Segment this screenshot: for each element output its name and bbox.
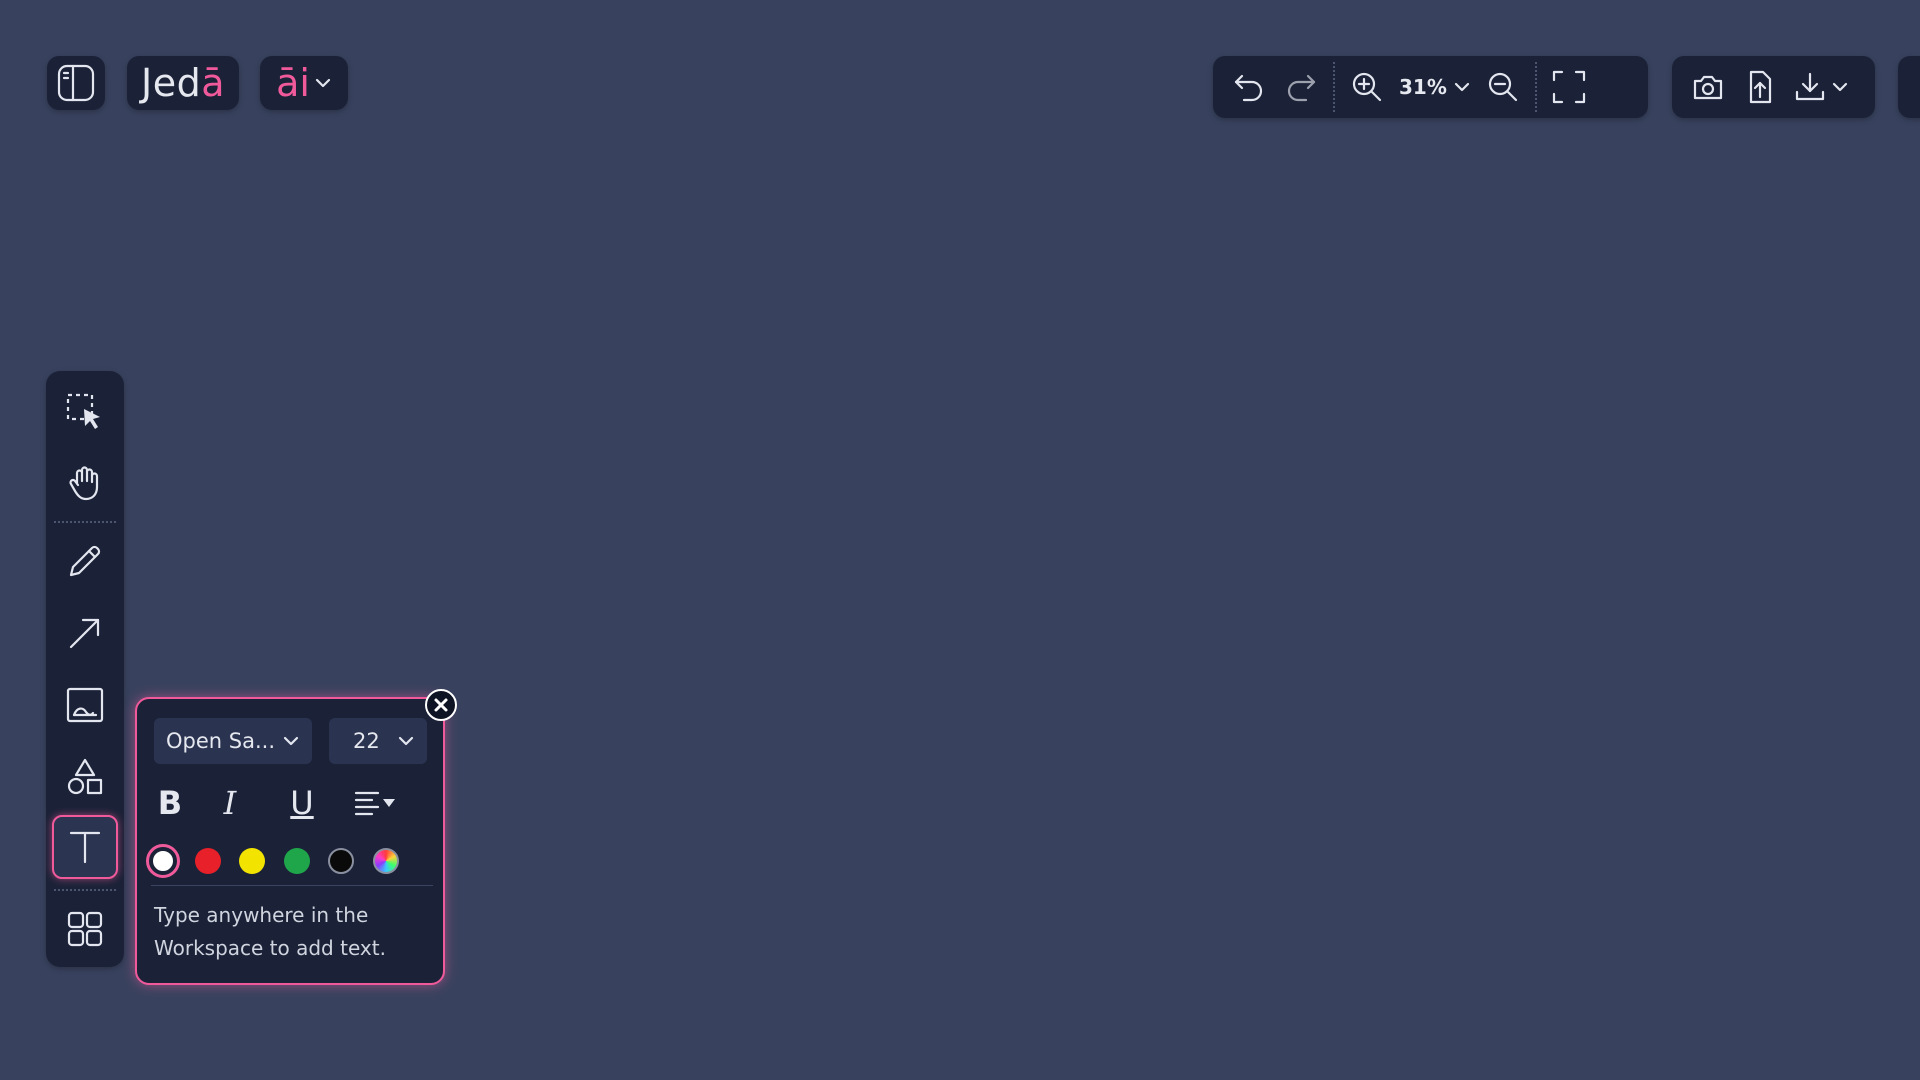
text-tool-button[interactable] <box>52 815 118 879</box>
font-family-select[interactable]: Open Sa... <box>154 718 312 764</box>
export-toolbar <box>1672 56 1875 118</box>
align-left-icon <box>353 788 397 818</box>
redo-icon <box>1284 70 1318 104</box>
pencil-tool-button[interactable] <box>52 529 118 593</box>
toolbar-separator <box>54 521 116 523</box>
chevron-down-icon <box>397 732 415 750</box>
canvas-toolbar: 31% <box>1213 56 1648 118</box>
sidebar-toggle-button[interactable] <box>47 56 105 110</box>
zoom-out-button[interactable] <box>1477 62 1529 112</box>
color-swatch-red[interactable] <box>195 848 221 874</box>
grid-icon <box>65 909 105 949</box>
chevron-down-icon <box>1831 78 1849 96</box>
shapes-icon <box>64 756 106 798</box>
ai-menu-button[interactable]: āi <box>260 56 348 110</box>
shapes-tool-button[interactable] <box>52 745 118 809</box>
logo-accent-text: ā <box>201 61 225 105</box>
color-swatch-green[interactable] <box>284 848 310 874</box>
chevron-down-icon <box>282 732 300 750</box>
fullscreen-icon <box>1551 69 1587 105</box>
redo-button[interactable] <box>1275 62 1327 112</box>
close-icon <box>433 697 449 713</box>
color-swatch-black[interactable] <box>328 848 354 874</box>
arrow-icon <box>65 613 105 653</box>
text-icon <box>65 827 105 867</box>
upload-icon <box>1743 68 1777 106</box>
text-tool-hint: Type anywhere in the Workspace to add te… <box>154 903 386 960</box>
italic-button[interactable]: I <box>207 781 253 825</box>
right-edge-panel[interactable] <box>1898 56 1920 118</box>
screenshot-button[interactable] <box>1682 62 1734 112</box>
toolbar-separator <box>1534 62 1537 112</box>
font-size-value: 22 <box>353 729 380 753</box>
tools-sidebar <box>46 371 124 967</box>
zoom-level-dropdown[interactable]: 31% <box>1393 75 1477 99</box>
toolbar-separator <box>1333 62 1335 112</box>
select-tool-button[interactable] <box>52 380 118 444</box>
hand-icon <box>65 463 105 503</box>
underline-button[interactable]: U <box>279 781 325 825</box>
download-button[interactable] <box>1786 62 1856 112</box>
zoom-out-icon <box>1486 70 1520 104</box>
marquee-select-icon <box>64 391 106 433</box>
image-icon <box>64 684 106 726</box>
image-tool-button[interactable] <box>52 673 118 737</box>
camera-icon <box>1691 70 1725 104</box>
pan-tool-button[interactable] <box>52 451 118 515</box>
logo-main-text: Jed <box>140 61 202 105</box>
font-family-value: Open Sa... <box>166 729 275 753</box>
templates-tool-button[interactable] <box>52 897 118 961</box>
zoom-level-value: 31% <box>1399 75 1447 99</box>
upload-button[interactable] <box>1734 62 1786 112</box>
custom-color-picker[interactable] <box>373 848 399 874</box>
text-options-popover: Open Sa... 22 B I U Type anywhere in the… <box>135 697 445 985</box>
undo-button[interactable] <box>1223 62 1275 112</box>
bold-button[interactable]: B <box>147 781 193 825</box>
color-swatch-white[interactable] <box>146 844 180 878</box>
zoom-in-button[interactable] <box>1341 62 1393 112</box>
font-size-select[interactable]: 22 <box>329 718 427 764</box>
arrow-tool-button[interactable] <box>52 601 118 665</box>
pencil-icon <box>65 541 105 581</box>
undo-icon <box>1232 70 1266 104</box>
chevron-down-icon <box>1453 78 1471 96</box>
download-icon <box>1793 70 1827 104</box>
popover-divider <box>151 885 433 886</box>
color-swatch-yellow[interactable] <box>239 848 265 874</box>
chevron-down-icon <box>314 74 332 92</box>
fullscreen-button[interactable] <box>1543 62 1595 112</box>
sidebar-panel-icon <box>56 63 96 103</box>
close-popover-button[interactable] <box>425 689 457 721</box>
app-logo: Jed ā <box>127 56 239 110</box>
zoom-in-icon <box>1350 70 1384 104</box>
toolbar-separator <box>54 889 116 891</box>
ai-label: āi <box>276 61 310 105</box>
text-align-dropdown[interactable] <box>347 781 403 825</box>
